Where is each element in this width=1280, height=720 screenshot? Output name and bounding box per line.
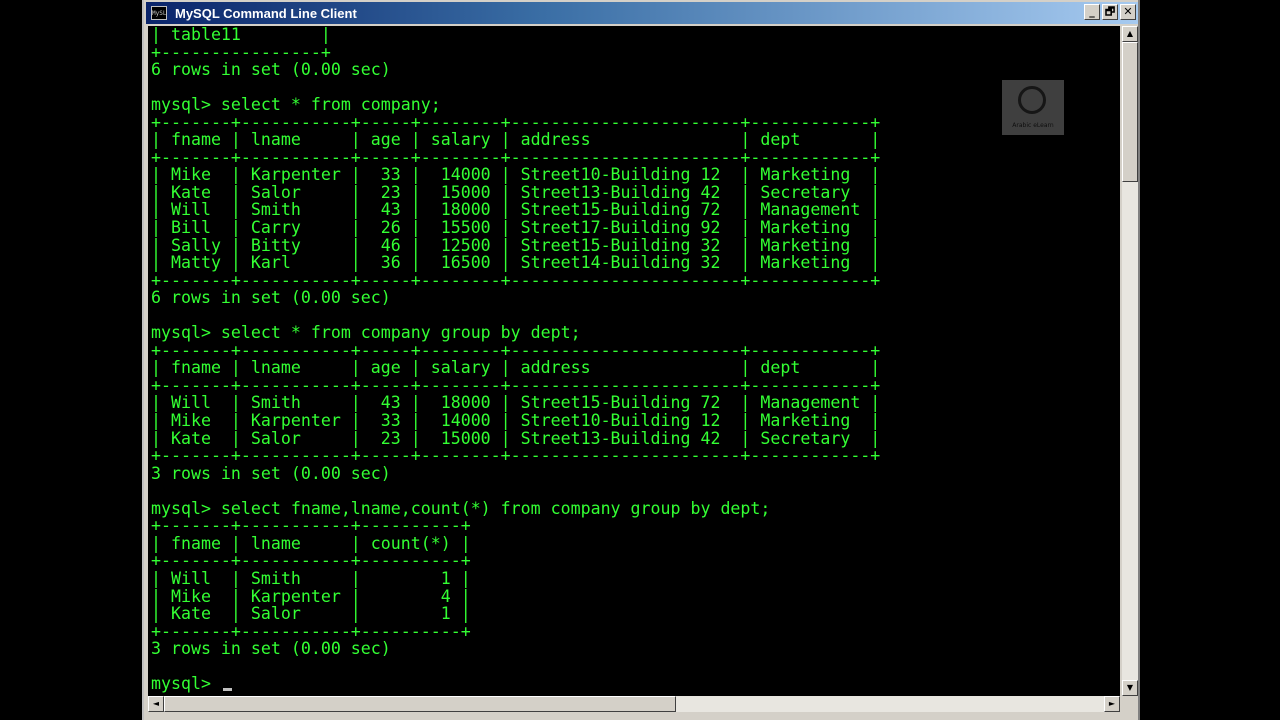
console-line: 6 rows in set (0.00 sec) xyxy=(151,288,391,308)
console-line: | Matty | Karl | 36 | 16500 | Street14-B… xyxy=(151,253,881,273)
console-line: +-------+-----------+-----+--------+----… xyxy=(151,446,881,466)
console-line: mysql> select * from company; xyxy=(151,95,441,115)
console-line: | Kate | Salor | 23 | 15000 | Street13-B… xyxy=(151,428,881,448)
scroll-left-arrow-icon[interactable]: ◄ xyxy=(148,696,164,712)
minimize-button[interactable]: _ xyxy=(1084,4,1100,20)
mysql-client-window: MySL MySQL Command Line Client _ 🗗 ✕ | t… xyxy=(142,0,1140,720)
console-line: mysql> select * from company group by de… xyxy=(151,323,581,343)
console-line: | fname | lname | age | salary | address… xyxy=(151,358,881,378)
console-line: 3 rows in set (0.00 sec) xyxy=(151,639,391,659)
console-line: 3 rows in set (0.00 sec) xyxy=(151,463,391,483)
size-grip xyxy=(1122,696,1138,712)
watermark-label: Arabic eLearn xyxy=(1012,122,1054,129)
console-line: | fname | lname | count(*) | xyxy=(151,533,471,553)
console-line: | fname | lname | age | salary | address… xyxy=(151,130,881,150)
console-line: mysql> select fname,lname,count(*) from … xyxy=(151,498,771,518)
channel-logo-watermark: Arabic eLearn xyxy=(1002,80,1064,135)
console-output[interactable]: | table11 | +----------------+ 6 rows in… xyxy=(148,26,1120,696)
logo-circle-icon xyxy=(1018,86,1046,114)
vertical-scrollbar[interactable]: ▲ ▼ xyxy=(1122,26,1138,696)
console-lines: | table11 | +----------------+ 6 rows in… xyxy=(151,26,880,658)
console-line: +-------+-----------+-----+--------+----… xyxy=(151,375,881,395)
console-line: | table11 | xyxy=(151,26,331,44)
vertical-scroll-thumb[interactable] xyxy=(1122,42,1138,182)
console-line: +----------------+ xyxy=(151,42,331,62)
console-line: | Bill | Carry | 26 | 15500 | Street17-B… xyxy=(151,218,881,238)
console-line: | Mike | Karpenter | 33 | 14000 | Street… xyxy=(151,165,881,185)
maximize-button[interactable]: 🗗 xyxy=(1102,4,1118,20)
horizontal-scroll-thumb[interactable] xyxy=(164,696,676,712)
text-cursor xyxy=(222,688,232,692)
console-prompt: mysql> xyxy=(151,674,221,694)
horizontal-scrollbar[interactable]: ◄ ► xyxy=(148,696,1120,712)
mysql-console-icon[interactable]: MySL xyxy=(151,6,167,20)
title-bar[interactable]: MySL MySQL Command Line Client _ 🗗 ✕ xyxy=(146,2,1138,24)
console-line: +-------+-----------+-----+--------+----… xyxy=(151,112,881,132)
console-line: | Kate | Salor | 1 | xyxy=(151,604,471,624)
console-line: | Will | Smith | 43 | 18000 | Street15-B… xyxy=(151,200,881,220)
scroll-down-arrow-icon[interactable]: ▼ xyxy=(1122,680,1138,696)
console-line: | Will | Smith | 1 | xyxy=(151,568,471,588)
console-text: | table11 | +----------------+ 6 rows in… xyxy=(148,26,1120,693)
console-line: +-------+-----------+-----+--------+----… xyxy=(151,340,881,360)
window-title: MySQL Command Line Client xyxy=(175,5,357,21)
console-line: +-------+-----------+----------+ xyxy=(151,621,471,641)
console-line: +-------+-----------+----------+ xyxy=(151,516,471,536)
console-line: | Sally | Bitty | 46 | 12500 | Street15-… xyxy=(151,235,881,255)
scroll-up-arrow-icon[interactable]: ▲ xyxy=(1122,26,1138,42)
console-line: | Mike | Karpenter | 33 | 14000 | Street… xyxy=(151,411,881,431)
console-line: | Mike | Karpenter | 4 | xyxy=(151,586,471,606)
console-line: +-------+-----------+-----+--------+----… xyxy=(151,147,881,167)
scroll-right-arrow-icon[interactable]: ► xyxy=(1104,696,1120,712)
close-button[interactable]: ✕ xyxy=(1120,4,1136,20)
console-line: | Kate | Salor | 23 | 15000 | Street13-B… xyxy=(151,182,881,202)
console-line: +-------+-----------+----------+ xyxy=(151,551,471,571)
console-line: | Will | Smith | 43 | 18000 | Street15-B… xyxy=(151,393,881,413)
console-line: 6 rows in set (0.00 sec) xyxy=(151,60,391,80)
console-line: +-------+-----------+-----+--------+----… xyxy=(151,270,881,290)
